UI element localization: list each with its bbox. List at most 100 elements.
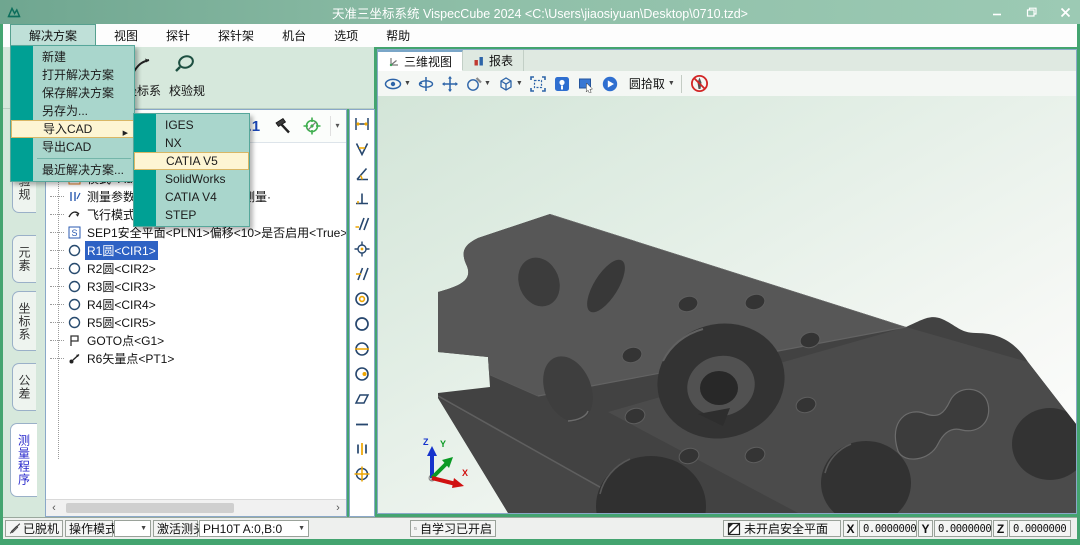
- menu-item-save-as[interactable]: 另存为...: [11, 102, 134, 120]
- pan-icon[interactable]: [441, 75, 459, 93]
- symmetry-icon[interactable]: [353, 440, 371, 458]
- safety-plane-icon: S: [66, 225, 82, 239]
- self-learn-status[interactable]: 自学习已开启: [410, 520, 496, 537]
- tab-3d-view[interactable]: 三维视图: [378, 50, 463, 71]
- perpendicularity-icon[interactable]: [353, 190, 371, 208]
- tree-row-circle-r5[interactable]: R5圆<CIR5>: [50, 313, 158, 331]
- hammer-icon[interactable]: [272, 116, 292, 136]
- menu-help[interactable]: 帮助: [374, 24, 422, 47]
- tree-row-circle-r2[interactable]: R2圆<CIR2>: [50, 259, 158, 277]
- close-icon[interactable]: [1056, 4, 1074, 20]
- y-coordinate-value: 0.0000000: [934, 520, 992, 537]
- eye-icon[interactable]: ▼: [384, 75, 411, 93]
- goto-icon: [66, 333, 82, 347]
- title-bar: 天准三坐标系统 VispecCube 2024 <C:\Users\jiaosi…: [0, 0, 1080, 24]
- submenu-item-solidworks[interactable]: SolidWorks: [134, 170, 249, 188]
- magnifier-icon: [174, 53, 200, 77]
- menu-item-recent-solutions[interactable]: 最近解决方案...: [11, 161, 134, 179]
- measure-params-icon: [66, 189, 82, 203]
- menu-item-save-solution[interactable]: 保存解决方案: [11, 84, 134, 102]
- fly-mode-icon: [66, 207, 82, 221]
- orbit-icon[interactable]: [417, 75, 435, 93]
- cube-icon[interactable]: ▼: [497, 75, 523, 93]
- tab-report[interactable]: 报表: [463, 50, 524, 71]
- menu-item-export-cad[interactable]: 导出CAD: [11, 138, 134, 156]
- view-toolbar: ▼ ▼ ▼: [378, 71, 1076, 97]
- tree-horizontal-scrollbar[interactable]: ‹ ›: [46, 499, 346, 516]
- submenu-item-step[interactable]: STEP: [134, 206, 249, 224]
- tree-row-vector-point[interactable]: R6矢量点<PT1>: [50, 349, 176, 367]
- menu-item-open-solution[interactable]: 打开解决方案: [11, 66, 134, 84]
- tree-row-goto[interactable]: GOTO点<G1>: [50, 331, 166, 349]
- toolbar-overflow-icon[interactable]: ▾: [330, 116, 344, 136]
- menu-solution[interactable]: 解决方案: [10, 24, 96, 47]
- circle-icon: [66, 297, 82, 311]
- target-icon[interactable]: [302, 116, 322, 136]
- menu-machine[interactable]: 机台: [270, 24, 318, 47]
- import-cad-submenu: IGES NX CATIA V5 SolidWorks CATIA V4 STE…: [133, 113, 250, 227]
- angle-between-icon[interactable]: [353, 140, 371, 158]
- operation-mode-label: 操作模式: [65, 520, 113, 537]
- distance-icon[interactable]: [353, 115, 371, 133]
- circle-icon: [66, 279, 82, 293]
- angularity-icon[interactable]: [353, 265, 371, 283]
- self-learn-icon: [414, 522, 417, 535]
- region-select-icon[interactable]: [577, 75, 595, 93]
- x-coordinate-value: 0.0000000: [859, 520, 917, 537]
- runout-icon[interactable]: [353, 340, 371, 358]
- safety-plane-off-icon: [727, 522, 741, 536]
- x-axis-label: X: [462, 468, 468, 478]
- circularity-icon[interactable]: [353, 315, 371, 333]
- tab-elements[interactable]: 元素: [12, 235, 36, 283]
- tab-tolerance[interactable]: 公差: [12, 363, 36, 411]
- submenu-item-catia-v4[interactable]: CATIA V4: [134, 188, 249, 206]
- svg-text:S: S: [71, 228, 77, 238]
- flatness-icon[interactable]: [353, 390, 371, 408]
- minimize-icon[interactable]: [988, 4, 1006, 20]
- total-runout-icon[interactable]: [353, 365, 371, 383]
- y-coordinate-label: Y: [918, 520, 933, 537]
- scrollbar-thumb[interactable]: [66, 503, 234, 513]
- menu-probe-rack[interactable]: 探针架: [206, 24, 266, 47]
- z-coordinate-label: Z: [993, 520, 1008, 537]
- play-icon[interactable]: [601, 75, 619, 93]
- safety-plane-status: 未开启安全平面: [723, 520, 841, 537]
- position-crosshair-icon[interactable]: [353, 240, 371, 258]
- gauge-check-button[interactable]: 校验规: [165, 53, 209, 99]
- 3d-viewport[interactable]: Z Y X: [378, 96, 1076, 513]
- straightness-icon[interactable]: [353, 415, 371, 433]
- menu-probe[interactable]: 探针: [154, 24, 202, 47]
- menu-separator: [37, 158, 131, 159]
- pin-icon[interactable]: [553, 75, 571, 93]
- true-position-icon[interactable]: [353, 465, 371, 483]
- angle-icon[interactable]: [353, 165, 371, 183]
- operation-mode-select[interactable]: ▼: [114, 520, 151, 537]
- active-probe-select[interactable]: PH10T A:0,B:0▼: [199, 520, 309, 537]
- scroll-right-icon[interactable]: ›: [330, 501, 346, 516]
- report-icon: [473, 55, 485, 67]
- maximize-icon[interactable]: [1022, 4, 1040, 20]
- submenu-item-catia-v5[interactable]: CATIA V5: [134, 152, 249, 170]
- window-title: 天准三坐标系统 VispecCube 2024 <C:\Users\jiaosi…: [0, 3, 1080, 22]
- menu-item-import-cad[interactable]: 导入CAD▶: [11, 120, 134, 138]
- concentricity-icon[interactable]: [353, 290, 371, 308]
- tree-row-circle-r4[interactable]: R4圆<CIR4>: [50, 295, 158, 313]
- tree-row-circle-r3[interactable]: R3圆<CIR3>: [50, 277, 158, 295]
- fit-view-icon[interactable]: [529, 75, 547, 93]
- parallelism-icon[interactable]: [353, 215, 371, 233]
- shading-icon[interactable]: ▼: [465, 75, 491, 93]
- menu-item-new[interactable]: 新建: [11, 48, 134, 66]
- probe-disabled-icon[interactable]: [690, 74, 709, 93]
- axis-triad: Z Y X: [416, 434, 472, 492]
- gdt-toolbar: [349, 109, 375, 517]
- tab-measure-program[interactable]: 测量程序: [10, 423, 37, 497]
- menu-options[interactable]: 选项: [322, 24, 370, 47]
- submenu-item-nx[interactable]: NX: [134, 134, 249, 152]
- scroll-left-icon[interactable]: ‹: [46, 501, 62, 516]
- menu-view[interactable]: 视图: [102, 24, 150, 47]
- tree-row-circle-r1[interactable]: R1圆<CIR1>: [50, 241, 158, 259]
- pick-mode-dropdown[interactable]: 圆拾取▼: [625, 75, 675, 92]
- submenu-item-iges[interactable]: IGES: [134, 116, 249, 134]
- tab-coordinate-system[interactable]: 坐标系: [12, 291, 36, 351]
- z-axis-label: Z: [423, 437, 429, 447]
